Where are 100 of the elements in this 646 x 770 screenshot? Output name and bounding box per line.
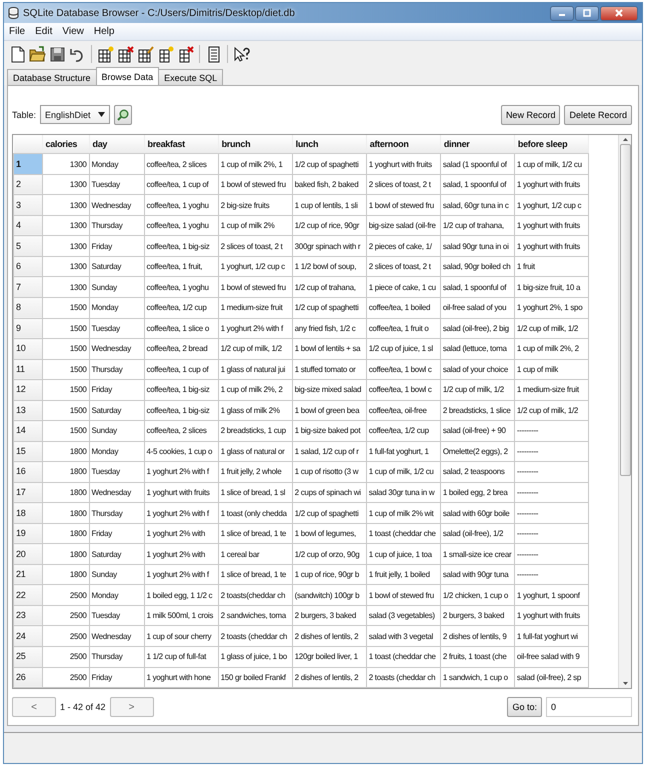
table-star-icon[interactable]	[97, 46, 114, 62]
index-star-icon[interactable]	[157, 46, 174, 62]
table-cell: Thursday	[89, 502, 144, 524]
row-header[interactable]: 4	[14, 215, 42, 236]
table-cell: 1 medium-size fruit	[218, 297, 292, 318]
menu-item[interactable]: View	[62, 26, 84, 37]
row-header[interactable]: 5	[14, 236, 42, 256]
table-cell: 2500	[42, 626, 89, 646]
table-cell: 1 piece of cake, 1 cu	[366, 276, 440, 298]
table-cell: 1 bowl of green bea	[292, 400, 366, 421]
table-cell: Saturday	[89, 544, 144, 564]
column-header[interactable]: dinner	[440, 134, 514, 154]
table-cell: 150 gr boiled Frankf	[218, 667, 292, 688]
row-header[interactable]: 15	[14, 441, 42, 462]
record-button[interactable]: Delete Record	[564, 104, 632, 125]
row-header[interactable]: 2	[14, 174, 42, 195]
go-to-button[interactable]: Go to:	[507, 697, 542, 718]
table-cell: 2 breadsticks, 1 cup	[218, 420, 292, 442]
maximize-icon	[583, 9, 591, 17]
table-cell: 2 burgers, 3 baked	[440, 605, 514, 626]
pointer-question-icon[interactable]	[233, 46, 250, 62]
row-header[interactable]: 1	[14, 154, 42, 174]
table-cross-icon[interactable]	[117, 46, 134, 62]
table-cell: 1 cup of milk	[514, 359, 588, 380]
column-header[interactable]: afternoon	[366, 134, 440, 154]
column-header[interactable]: day	[89, 134, 144, 154]
column-header[interactable]: breakfast	[144, 134, 218, 154]
table-cell: 2 breadsticks, 1 slice	[440, 400, 514, 421]
row-header[interactable]: 7	[14, 276, 42, 298]
vertical-scrollbar[interactable]	[618, 134, 631, 688]
row-header[interactable]: 9	[14, 318, 42, 339]
row-header[interactable]: 20	[14, 544, 42, 564]
row-header[interactable]: 12	[14, 380, 42, 400]
column-header[interactable]: brunch	[218, 134, 292, 154]
previous-page-button[interactable]: <	[12, 697, 56, 718]
row-header[interactable]: 21	[14, 564, 42, 585]
table-cell: 1/2 cup of trahana,	[292, 276, 366, 298]
next-page-button[interactable]: >	[110, 697, 154, 718]
row-header[interactable]: 13	[14, 400, 42, 421]
column-header[interactable]: calories	[42, 134, 89, 154]
menu-item[interactable]: File	[9, 26, 26, 37]
column-header[interactable]: lunch	[292, 134, 366, 154]
table-cell: 1 full-fat yoghurt wi	[514, 626, 588, 646]
table-cell: 1 yoghurt 2% with f	[144, 564, 218, 585]
row-header[interactable]: 3	[14, 194, 42, 216]
table-cell: salad, 90gr boiled ch	[440, 256, 514, 277]
row-header[interactable]: 26	[14, 667, 42, 688]
tab[interactable]: Execute SQL	[158, 69, 224, 85]
go-to-field[interactable]: 0	[546, 697, 632, 718]
tab[interactable]: Database Structure	[7, 69, 97, 85]
table-cell: 1 cup of rice, 90gr b	[292, 564, 366, 585]
row-header[interactable]: 11	[14, 359, 42, 380]
table-cell: 2 sandwiches, toma	[218, 605, 292, 626]
menu-item[interactable]: Edit	[35, 26, 52, 37]
table-cell: 2 burgers, 3 baked	[292, 605, 366, 626]
index-cross-icon[interactable]	[177, 46, 194, 62]
table-cell: 1 fruit jelly, 2 whole	[218, 462, 292, 482]
tab[interactable]: Browse Data	[96, 67, 160, 85]
table-cell: any fried fish, 1/2 c	[292, 318, 366, 339]
table-cell: 1 slice of bread, 1 te	[218, 564, 292, 585]
table-cell: Friday	[89, 523, 144, 544]
maximize-button[interactable]	[575, 6, 599, 20]
row-header[interactable]: 16	[14, 462, 42, 482]
table-cell: 1 medium-size fruit	[514, 380, 588, 400]
table-dropdown[interactable]: EnglishDiet	[40, 105, 110, 124]
row-header[interactable]: 24	[14, 626, 42, 646]
table-cell: Thursday	[89, 215, 144, 236]
table-cell: salad (lettuce, toma	[440, 338, 514, 360]
scroll-up-icon	[622, 138, 628, 141]
row-header[interactable]: 17	[14, 482, 42, 503]
table-cell: 1 cup of sour cherry	[144, 626, 218, 646]
row-header[interactable]: 10	[14, 338, 42, 360]
close-button[interactable]	[600, 6, 638, 20]
table-cell: 1 yoghurt 2% with f	[218, 318, 292, 339]
new-file-icon[interactable]	[9, 46, 26, 62]
row-header[interactable]: 25	[14, 646, 42, 668]
row-header[interactable]: 18	[14, 502, 42, 524]
search-button[interactable]	[114, 104, 132, 125]
row-header[interactable]: 22	[14, 584, 42, 606]
table-cell: salad with 60gr boile	[440, 502, 514, 524]
row-header[interactable]: 8	[14, 297, 42, 318]
record-button[interactable]: New Record	[500, 104, 560, 125]
table-cell: Tuesday	[89, 605, 144, 626]
column-header[interactable]: before sleep	[514, 134, 588, 154]
table-cell: 1/2 cup of spaghetti	[292, 502, 366, 524]
window-title: SQLite Database Browser - C:/Users/Dimitris/Desktop/diet.db	[23, 8, 295, 18]
table-cell: coffee/tea, 2 slices	[144, 420, 218, 442]
table-cell: salad (oil-free), 2 big	[440, 318, 514, 339]
row-header[interactable]: 19	[14, 523, 42, 544]
row-header[interactable]: 23	[14, 605, 42, 626]
minimize-button[interactable]	[550, 6, 574, 20]
table-cell: Friday	[89, 380, 144, 400]
open-folder-icon[interactable]	[29, 46, 46, 62]
row-header[interactable]: 14	[14, 420, 42, 442]
menu-item[interactable]: Help	[94, 26, 114, 37]
table-pencil-icon[interactable]	[137, 46, 154, 62]
table-cell: coffee/tea, 1 boiled	[366, 297, 440, 318]
row-header[interactable]: 6	[14, 256, 42, 277]
table-cell: 1 cereal bar	[218, 544, 292, 564]
table-cell: 1/2 cup of orzo, 90g	[292, 544, 366, 564]
